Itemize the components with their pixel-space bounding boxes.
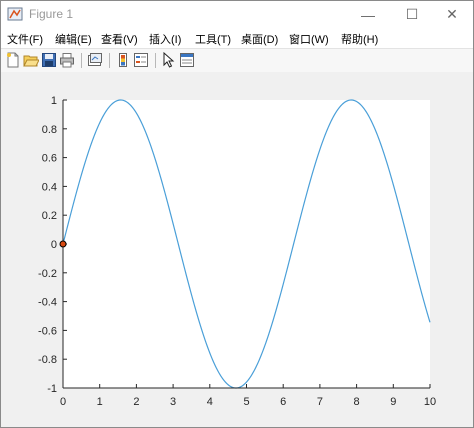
toolbar-separator (155, 53, 156, 68)
y-tick-label: 0.2 (42, 210, 57, 222)
window-title: Figure 1 (29, 7, 74, 21)
x-tick-label: 2 (133, 396, 139, 408)
menu-insert[interactable]: 插入(I) (149, 31, 181, 47)
y-tick-label: 0.4 (42, 181, 57, 193)
x-tick-label: 0 (60, 396, 66, 408)
x-tick-label: 10 (424, 396, 436, 408)
property-editor-icon[interactable] (179, 52, 195, 68)
minimize-icon: — (361, 6, 375, 23)
menu-edit[interactable]: 编辑(E) (55, 31, 92, 47)
y-tick-label: -0.2 (38, 268, 57, 280)
menu-view[interactable]: 查看(V) (101, 31, 138, 47)
menu-desktop[interactable]: 桌面(D) (241, 31, 278, 47)
maximize-icon: ☐ (405, 6, 419, 22)
x-tick-label: 8 (354, 396, 360, 408)
maximize-button[interactable]: ☐ (391, 1, 433, 28)
x-tick-label: 6 (280, 396, 286, 408)
print-icon[interactable] (59, 52, 75, 68)
y-tick-label: 0.6 (42, 153, 57, 165)
x-tick-label: 3 (170, 396, 176, 408)
x-tick-label: 9 (390, 396, 396, 408)
figure-canvas: 0 1 2 3 4 5 6 7 8 9 10 1 0.8 0.6 0.4 0.2 0 -0.2 -0.4 -0.6 -0… (1, 72, 473, 427)
new-figure-icon[interactable] (5, 52, 21, 68)
menu-bar: 文件(F) 编辑(E) 查看(V) 插入(I) 工具(T) 桌面(D) 窗口(W… (1, 28, 473, 48)
y-tick-label: -0.8 (38, 354, 57, 366)
toolbar (1, 48, 473, 73)
x-tick-label: 4 (207, 396, 213, 408)
menu-window[interactable]: 窗口(W) (289, 31, 329, 47)
plot-svg: 0 1 2 3 4 5 6 7 8 9 10 1 0.8 0.6 0.4 0.2 0 -0.2 -0.4 -0.6 -0… (38, 95, 436, 408)
x-tick-label: 5 (243, 396, 249, 408)
save-icon[interactable] (41, 52, 57, 68)
minimize-button[interactable]: — (347, 1, 389, 28)
edit-plot-icon[interactable] (161, 52, 177, 68)
menu-help[interactable]: 帮助(H) (341, 31, 378, 47)
menu-file[interactable]: 文件(F) (7, 31, 43, 47)
y-tick-label: 1 (51, 95, 57, 107)
y-tick-label: -0.6 (38, 325, 57, 337)
insert-legend-icon[interactable] (133, 52, 149, 68)
x-tick-label: 1 (97, 396, 103, 408)
matlab-figure-icon (7, 7, 23, 21)
y-tick-label: 0 (51, 239, 57, 251)
y-tick-label: -0.4 (38, 297, 57, 309)
toolbar-separator (109, 53, 110, 68)
data-point-marker (59, 240, 67, 248)
close-icon: ✕ (446, 6, 458, 22)
toolbar-separator (81, 53, 82, 68)
axes-background (63, 100, 430, 388)
title-bar: Figure 1 — ☐ ✕ (1, 1, 473, 28)
open-file-icon[interactable] (23, 52, 39, 68)
menu-tools[interactable]: 工具(T) (195, 31, 231, 47)
link-plot-icon[interactable] (87, 52, 103, 68)
y-tick-label: -1 (47, 383, 57, 395)
figure-window: Figure 1 — ☐ ✕ 文件(F) 编辑(E) 查看(V) 插入(I) 工… (0, 0, 474, 428)
close-button[interactable]: ✕ (431, 1, 473, 28)
y-tick-label: 0.8 (42, 124, 57, 136)
x-tick-label: 7 (317, 396, 323, 408)
insert-colorbar-icon[interactable] (115, 52, 131, 68)
